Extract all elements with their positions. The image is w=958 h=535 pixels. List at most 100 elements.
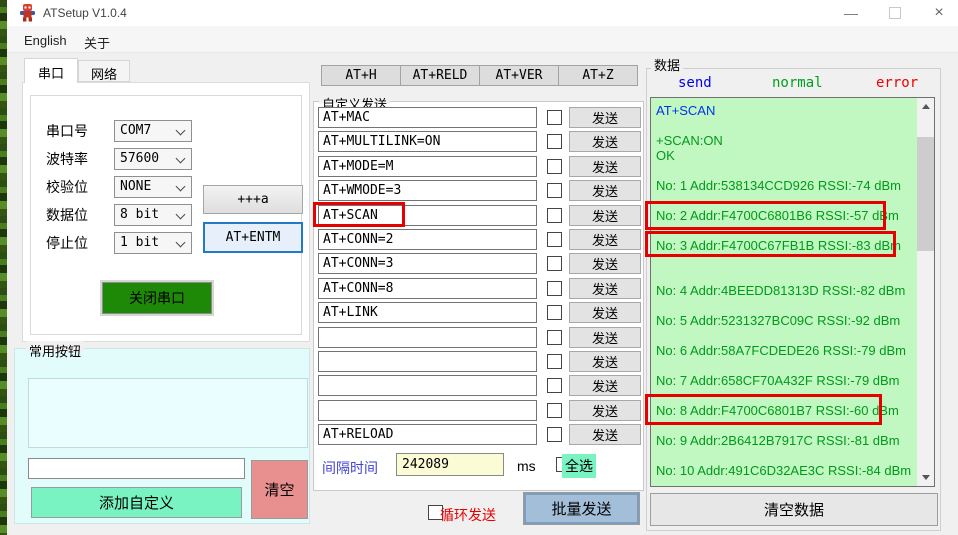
send-button[interactable]: 发送 [569,327,641,348]
send-checkbox[interactable] [547,403,562,418]
add-custom-button[interactable]: 添加自定义 [31,487,242,518]
serial-field-row: 串口号COM7 [46,120,192,142]
data-bits-select[interactable]: 8 bit [114,204,192,226]
data-line: No: 4 Addr:4BEEDD81313D RSSI:-82 dBm [651,283,913,298]
send-checkbox[interactable] [547,159,562,174]
send-button[interactable]: 发送 [569,107,641,128]
send-checkbox[interactable] [547,281,562,296]
chevron-down-icon [176,182,186,192]
plus-a-button[interactable]: +++a [203,185,303,214]
maximize-button[interactable] [877,0,913,26]
stop-bits-select[interactable]: 1 bit [114,232,192,254]
custom-command-input[interactable] [318,107,537,128]
data-legend: sendnormalerror [0,75,958,92]
send-button[interactable]: 发送 [569,180,641,201]
close-serial-port-button[interactable]: 关闭串口 [102,282,212,314]
data-line [651,328,913,343]
custom-command-input[interactable] [318,351,537,372]
send-checkbox[interactable] [547,305,562,320]
custom-command-row: 发送 [318,278,641,299]
send-checkbox[interactable] [547,134,562,149]
serial-field-row: 停止位1 bit [46,232,192,254]
send-button[interactable]: 发送 [569,400,641,421]
send-button[interactable]: 发送 [569,229,641,250]
interval-time-input[interactable] [396,453,504,476]
data-line [651,358,913,373]
triangle-up-icon [922,104,930,109]
data-line: AT+SCAN [651,103,913,118]
menu-item-english[interactable]: English [20,31,71,50]
minimize-button[interactable]: — [833,0,869,26]
combo-value: COM7 [120,123,151,138]
at-entm-button[interactable]: AT+ENTM [203,222,303,253]
custom-command-input[interactable] [318,375,537,396]
custom-command-row: 发送 [318,375,641,396]
custom-command-input[interactable] [318,156,537,177]
custom-command-input[interactable] [318,327,537,348]
data-scrollbar[interactable] [917,98,934,486]
custom-command-rows: 发送发送发送发送发送发送发送发送发送发送发送发送发送发送 [318,107,641,445]
close-button[interactable]: × [921,0,957,26]
custom-command-input[interactable] [318,180,537,201]
send-button[interactable]: 发送 [569,424,641,445]
send-checkbox[interactable] [547,208,562,223]
custom-command-input[interactable] [318,302,537,323]
send-button[interactable]: 发送 [569,205,641,226]
baud-rate-select[interactable]: 57600 [114,148,192,170]
send-checkbox[interactable] [547,427,562,442]
clear-custom-button[interactable]: 清空 [251,460,308,519]
data-line: +SCAN:ON [651,133,913,148]
title-bar: ATSetup V1.0.4 — × [7,0,958,26]
menu-item-about[interactable]: 关于 [80,31,114,54]
scroll-down-button[interactable] [917,469,934,486]
serial-field-row: 数据位8 bit [46,204,192,226]
send-button[interactable]: 发送 [569,278,641,299]
custom-command-row: 发送 [318,400,641,421]
com-port-select[interactable]: COM7 [114,120,192,142]
serial-fields: 串口号COM7 波特率57600 校验位NONE 数据位8 bit 停止位1 bit [46,120,192,260]
annotation-box-device-2 [645,201,886,230]
tab-serial[interactable]: 串口 [24,58,78,83]
custom-command-input[interactable] [318,131,537,152]
send-button[interactable]: 发送 [569,375,641,396]
serial-field-row: 校验位NONE [46,176,192,198]
send-checkbox[interactable] [547,378,562,393]
field-label: 数据位 [46,205,114,225]
combo-value: 1 bit [120,235,159,250]
serial-field-row: 波特率57600 [46,148,192,170]
send-checkbox[interactable] [547,110,562,125]
custom-command-input[interactable] [318,278,537,299]
legend-error: error [876,75,918,91]
send-button[interactable]: 发送 [569,253,641,274]
send-checkbox[interactable] [547,354,562,369]
data-group-title: 数据 [651,55,683,74]
send-checkbox[interactable] [547,183,562,198]
send-checkbox[interactable] [547,232,562,247]
data-line [651,118,913,133]
add-custom-input[interactable] [28,458,245,479]
custom-command-input[interactable] [318,424,537,445]
custom-command-row: 发送 [318,351,641,372]
scrollbar-thumb[interactable] [917,137,934,251]
data-line: No: 10 Addr:491C6D32AE3C RSSI:-84 dBm [651,463,913,478]
data-line: No: 9 Addr:2B6412B7917C RSSI:-81 dBm [651,433,913,448]
send-checkbox[interactable] [547,256,562,271]
send-button[interactable]: 发送 [569,351,641,372]
scroll-up-button[interactable] [917,98,934,115]
send-button[interactable]: 发送 [569,302,641,323]
custom-command-input[interactable] [318,253,537,274]
send-button[interactable]: 发送 [569,131,641,152]
custom-command-input[interactable] [318,229,537,250]
common-buttons-title: 常用按钮 [26,341,84,360]
parity-select[interactable]: NONE [114,176,192,198]
chevron-down-icon [176,126,186,136]
custom-command-row: 发送 [318,302,641,323]
maximize-icon [889,7,901,19]
data-line [651,298,913,313]
batch-send-button[interactable]: 批量发送 [523,492,640,525]
send-button[interactable]: 发送 [569,156,641,177]
send-checkbox[interactable] [547,330,562,345]
custom-command-input[interactable] [318,400,537,421]
clear-data-button[interactable]: 清空数据 [650,493,938,526]
data-line: OK [651,148,913,163]
